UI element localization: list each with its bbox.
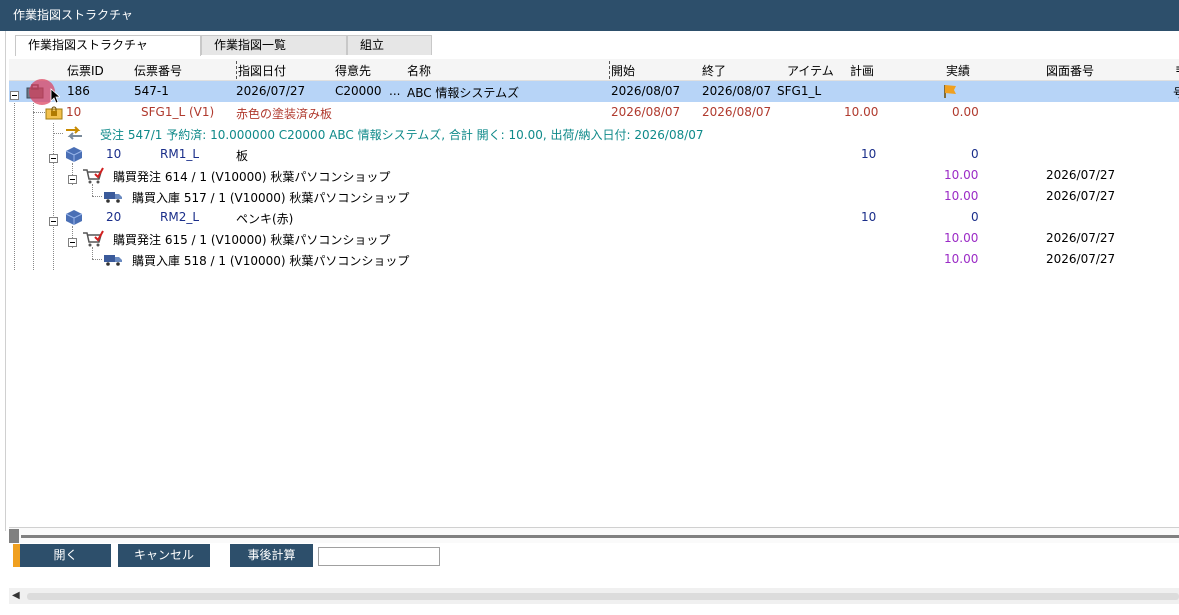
sub-plan: 10.00 <box>844 105 879 119</box>
col-order-date[interactable]: 指図日付 <box>238 62 286 79</box>
lock-folder-icon <box>45 104 63 120</box>
start-date: 2026/08/07 <box>611 84 681 98</box>
tree-row-sales-order[interactable]: 受注 547/1 予約済: 10.000000 C20000 ABC 情報システ… <box>9 123 1179 144</box>
cart-icon <box>82 166 104 184</box>
truck-icon <box>103 189 123 203</box>
tree-row-goods-receipt[interactable]: 購買入庫 517 / 1 (V10000) 秋葉パソコンショップ 10.00 2… <box>9 186 1179 207</box>
customer-ellipsis[interactable]: ... <box>389 84 400 98</box>
tree-row-purchase-order[interactable]: 購買発注 615 / 1 (V10000) 秋葉パソコンショップ 10.00 2… <box>9 228 1179 249</box>
material-desc: ペンキ(赤) <box>236 212 294 226</box>
sales-order-text: 受注 547/1 予約済: 10.000000 C20000 ABC 情報システ… <box>100 128 704 142</box>
scrollbar-track[interactable] <box>27 593 1179 600</box>
sub-end-date: 2026/08/07 <box>702 105 772 119</box>
purchase-order-qty: 10.00 <box>944 231 979 245</box>
collapse-toggle[interactable] <box>49 217 58 226</box>
material-actual: 0 <box>971 147 979 161</box>
grid-horizontal-scrollbar[interactable] <box>9 527 1179 543</box>
col-separator <box>236 61 237 79</box>
customer-code: C20000 <box>335 84 382 98</box>
material-item: RM2_L <box>160 210 200 224</box>
material-desc: 板 <box>236 149 249 163</box>
material-plan: 10 <box>861 210 877 224</box>
end-date: 2026/08/07 <box>702 84 772 98</box>
grid-header: 伝票ID 伝票番号 指図日付 得意先 名称 開始 終了 アイテム 計画 実績 図… <box>9 59 1179 81</box>
col-plan[interactable]: 計画 <box>850 62 874 79</box>
col-end[interactable]: 終了 <box>702 62 726 79</box>
overflow-text: 号 <box>1173 84 1179 101</box>
link-arrows-icon <box>64 125 84 141</box>
material-item: RM1_L <box>160 147 200 161</box>
customer-name: ABC 情報システムズ <box>407 86 520 100</box>
cancel-button[interactable]: キャンセル <box>118 544 210 567</box>
material-qty: 10 <box>106 147 122 161</box>
col-doc-no[interactable]: 伝票番号 <box>134 62 182 79</box>
focus-indicator <box>13 544 20 567</box>
tab-bar: 作業指図ストラクチャ 作業指図一覧 組立 <box>15 35 432 56</box>
tree-row-purchase-order[interactable]: 購買発注 614 / 1 (V10000) 秋葉パソコンショップ 10.00 2… <box>9 165 1179 186</box>
purchase-order-date: 2026/07/27 <box>1046 231 1116 245</box>
tab-list[interactable]: 作業指図一覧 <box>201 35 347 55</box>
doc-id: 186 <box>67 84 90 98</box>
post-calculation-button[interactable]: 事後計算 <box>230 544 313 567</box>
truck-icon <box>103 252 123 266</box>
collapse-toggle[interactable] <box>68 175 77 184</box>
sub-item-code: SFG1_L (V1) <box>141 105 215 119</box>
item-code: SFG1_L <box>777 84 822 98</box>
col-name[interactable]: 名称 <box>407 62 431 79</box>
scrollbar-thumb[interactable] <box>9 529 19 543</box>
collapse-toggle[interactable] <box>68 238 77 247</box>
window-title: 作業指図ストラクチャ <box>0 0 1179 31</box>
left-border <box>5 31 6 531</box>
collapse-toggle[interactable] <box>10 91 19 100</box>
goods-receipt-date: 2026/07/27 <box>1046 252 1116 266</box>
tab-assembly[interactable]: 組立 <box>347 35 432 55</box>
purchase-order-qty: 10.00 <box>944 168 979 182</box>
col-customer[interactable]: 得意先 <box>335 62 371 79</box>
open-button[interactable]: 開く <box>20 544 111 567</box>
col-item[interactable]: アイテム <box>787 62 834 79</box>
sub-actual: 0.00 <box>952 105 979 119</box>
tree-row-material-rm1[interactable]: 10 RM1_L 板 10 0 <box>9 144 1179 165</box>
col-doc-id[interactable]: 伝票ID <box>67 62 104 79</box>
flag-icon <box>943 83 957 99</box>
scrollbar-track[interactable] <box>21 535 1179 538</box>
goods-receipt-qty: 10.00 <box>944 252 979 266</box>
goods-receipt-date: 2026/07/27 <box>1046 189 1116 203</box>
cube-icon <box>65 209 83 226</box>
scroll-left-arrow-icon[interactable]: ◀ <box>12 590 20 601</box>
tree-row-goods-receipt[interactable]: 購買入庫 518 / 1 (V10000) 秋葉パソコンショップ 10.00 2… <box>9 249 1179 270</box>
purchase-order-text: 購買発注 615 / 1 (V10000) 秋葉パソコンショップ <box>113 233 391 247</box>
cube-icon <box>65 146 83 163</box>
sub-start-date: 2026/08/07 <box>611 105 681 119</box>
material-actual: 0 <box>971 210 979 224</box>
col-start[interactable]: 開始 <box>611 62 635 79</box>
sub-qty: 10 <box>66 105 82 119</box>
col-more[interactable]: ≡ <box>1175 62 1179 76</box>
goods-receipt-text: 購買入庫 517 / 1 (V10000) 秋葉パソコンショップ <box>132 191 410 205</box>
sub-item-desc: 赤色の塗装済み板 <box>236 107 333 121</box>
purchase-order-date: 2026/07/27 <box>1046 168 1116 182</box>
col-separator <box>609 61 610 79</box>
doc-no: 547-1 <box>134 84 169 98</box>
post-calculation-input[interactable] <box>318 547 440 566</box>
tab-structure[interactable]: 作業指図ストラクチャ <box>15 35 201 56</box>
bottom-horizontal-scrollbar[interactable]: ◀ <box>9 588 1179 604</box>
tree-row-sub-item[interactable]: 10 SFG1_L (V1) 赤色の塗装済み板 2026/08/07 2026/… <box>9 102 1179 123</box>
order-date: 2026/07/27 <box>236 84 306 98</box>
collapse-toggle[interactable] <box>49 154 58 163</box>
material-plan: 10 <box>861 147 877 161</box>
purchase-order-text: 購買発注 614 / 1 (V10000) 秋葉パソコンショップ <box>113 170 391 184</box>
tree-row-production-order[interactable]: 186 547-1 2026/07/27 C20000 ... ABC 情報シス… <box>9 81 1179 102</box>
col-drawing-no[interactable]: 図面番号 <box>1046 62 1094 79</box>
tree-row-material-rm2[interactable]: 20 RM2_L ペンキ(赤) 10 0 <box>9 207 1179 228</box>
goods-receipt-qty: 10.00 <box>944 189 979 203</box>
goods-receipt-text: 購買入庫 518 / 1 (V10000) 秋葉パソコンショップ <box>132 254 410 268</box>
cart-icon <box>82 229 104 247</box>
col-actual[interactable]: 実績 <box>946 62 970 79</box>
material-qty: 20 <box>106 210 122 224</box>
